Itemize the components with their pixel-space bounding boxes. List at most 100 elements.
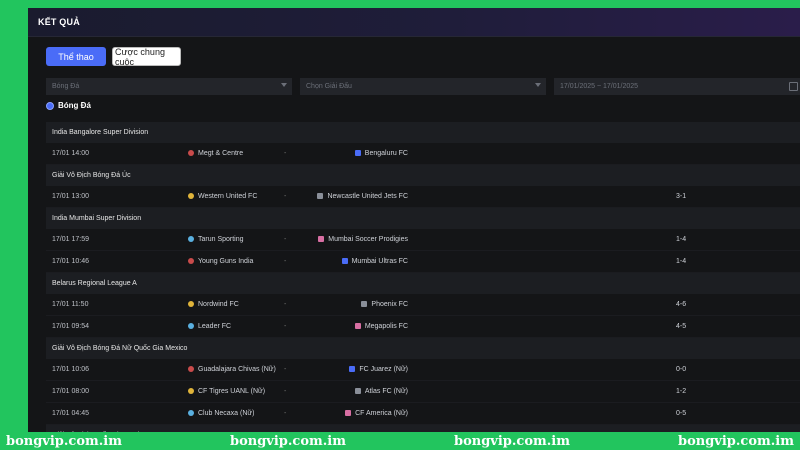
match-row[interactable]: 17/01 04:45 Club Necaxa (Nữ) - CF America (… <box>46 403 800 425</box>
tab-outright[interactable]: Cược chung cuộc <box>112 47 181 67</box>
home-team-label: Tarun Sporting <box>198 236 244 243</box>
team-logo-icon <box>188 258 194 264</box>
match-score: 1-4 <box>676 258 687 265</box>
away-team-label: CF America (Nữ) <box>355 410 408 417</box>
match-time: 17/01 11:50 <box>52 301 89 308</box>
home-team-label: Young Guns India <box>198 258 254 265</box>
home-team-label: Megt & Centre <box>198 150 244 157</box>
away-team: Atlas FC (Nữ) <box>354 388 408 395</box>
watermark-text: bongvip.com.im <box>454 433 570 449</box>
sport-section-header: Bóng Đá <box>46 101 91 110</box>
match-score: 4-6 <box>676 301 687 308</box>
home-team-label: CF Tigres UANL (Nữ) <box>198 388 266 395</box>
match-time: 17/01 04:45 <box>52 410 89 417</box>
team-logo-icon <box>354 388 361 394</box>
away-team: Newcastle United Jets FC <box>317 193 408 200</box>
sport-select[interactable]: Bóng Đá <box>46 78 292 95</box>
match-row[interactable]: 17/01 11:50 Nordwind FC - Phoenix FC 4-6 <box>46 294 800 316</box>
match-row[interactable]: 17/01 08:00 CF Tigres UANL (Nữ) - Atlas FC … <box>46 381 800 403</box>
chevron-down-icon <box>281 83 287 87</box>
league-header: Giải Vô Địch Bóng Đá Nữ Quốc Gia Mexico <box>46 338 800 359</box>
home-team: Club Necaxa (Nữ) <box>188 410 254 417</box>
page-title: KẾT QUẢ <box>28 8 800 37</box>
watermark-text: bongvip.com.im <box>6 433 122 449</box>
home-team-label: Nordwind FC <box>198 301 239 308</box>
sport-section-label: Bóng Đá <box>58 101 91 110</box>
away-team-label: Newcastle United Jets FC <box>327 193 408 200</box>
away-team-label: Phoenix FC <box>371 301 408 308</box>
away-team: Mumbai Soccer Prodigies <box>318 236 408 243</box>
team-separator: - <box>284 236 287 243</box>
team-separator: - <box>284 366 287 373</box>
team-separator: - <box>284 388 287 395</box>
home-team-label: Leader FC <box>198 323 232 330</box>
match-score: 0-5 <box>676 410 687 417</box>
results-panel: KẾT QUẢ Thể thao Cược chung cuộc Bóng Đá… <box>28 8 800 432</box>
match-row[interactable]: 17/01 13:00 Western United FC - Newcastle U… <box>46 186 800 208</box>
away-team-label: Megapolis FC <box>364 323 408 330</box>
match-time: 17/01 10:46 <box>52 258 89 265</box>
away-team: Bengaluru FC <box>354 150 408 157</box>
team-separator: - <box>284 258 287 265</box>
team-logo-icon <box>188 301 194 307</box>
team-logo-icon <box>188 150 194 156</box>
league-header: India Bangalore Super Division <box>46 122 800 143</box>
away-team-label: FC Juarez (Nữ) <box>359 366 408 373</box>
team-logo-icon <box>188 388 194 394</box>
match-row[interactable]: 17/01 10:06 Guadalajara Chivas (Nữ) - FC Ju… <box>46 359 800 381</box>
match-score: 1-4 <box>676 236 687 243</box>
chevron-down-icon <box>535 83 541 87</box>
watermark-text: bongvip.com.im <box>678 433 794 449</box>
match-time: 17/01 13:00 <box>52 193 89 200</box>
home-team-label: Western United FC <box>198 193 258 200</box>
team-logo-icon <box>354 323 361 329</box>
match-row[interactable]: 17/01 17:59 Tarun Sporting - Mumbai Soccer … <box>46 229 800 251</box>
match-score: 1-2 <box>676 388 687 395</box>
home-team: Nordwind FC <box>188 301 239 308</box>
team-logo-icon <box>349 366 356 372</box>
team-separator: - <box>284 150 287 157</box>
league-header: Belarus Regional League A <box>46 273 800 294</box>
match-row[interactable]: 17/01 10:46 Young Guns India - Mumbai Ultra… <box>46 251 800 273</box>
league-header: Giải Vô Địch Quốc Gia Mexico <box>46 425 800 432</box>
date-range-picker[interactable]: 17/01/2025 ~ 17/01/2025 <box>554 78 800 95</box>
away-team: Megapolis FC <box>354 323 408 330</box>
away-team: CF America (Nữ) <box>345 410 408 417</box>
match-row[interactable]: 17/01 14:00 Megt & Centre - Bengaluru FC <box>46 143 800 165</box>
home-team: Young Guns India <box>188 258 253 265</box>
match-time: 17/01 17:59 <box>52 236 89 243</box>
home-team-label: Guadalajara Chivas (Nữ) <box>198 366 276 373</box>
away-team: FC Juarez (Nữ) <box>349 366 408 373</box>
filter-bar: Bóng Đá Chọn Giải Đấu 17/01/2025 ~ 17/01… <box>46 78 800 95</box>
team-logo-icon <box>318 236 325 242</box>
calendar-icon <box>789 82 798 91</box>
watermark-text: bongvip.com.im <box>230 433 346 449</box>
results-list: India Bangalore Super Division 17/01 14:0… <box>46 122 800 432</box>
home-team: CF Tigres UANL (Nữ) <box>188 388 265 395</box>
away-team-label: Bengaluru FC <box>364 150 408 157</box>
team-logo-icon <box>345 410 352 416</box>
home-team: Leader FC <box>188 323 231 330</box>
team-logo-icon <box>188 193 194 199</box>
team-logo-icon <box>188 410 194 416</box>
date-range-value: 17/01/2025 ~ 17/01/2025 <box>560 83 639 90</box>
team-logo-icon <box>354 150 361 156</box>
team-logo-icon <box>188 323 194 329</box>
match-score: 4-5 <box>676 323 687 330</box>
match-time: 17/01 14:00 <box>52 150 89 157</box>
away-team: Mumbai Ultras FC <box>341 258 408 265</box>
away-team-label: Mumbai Ultras FC <box>351 258 408 265</box>
team-logo-icon <box>188 366 194 372</box>
match-time: 17/01 10:06 <box>52 366 89 373</box>
away-team-label: Mumbai Soccer Prodigies <box>328 236 408 243</box>
home-team: Tarun Sporting <box>188 236 244 243</box>
league-select[interactable]: Chọn Giải Đấu <box>300 78 546 95</box>
match-row[interactable]: 17/01 09:54 Leader FC - Megapolis FC 4-5 <box>46 316 800 338</box>
team-separator: - <box>284 410 287 417</box>
match-score: 0-0 <box>676 366 687 373</box>
tab-sports[interactable]: Thể thao <box>46 47 106 66</box>
team-separator: - <box>284 301 287 308</box>
team-separator: - <box>284 323 287 330</box>
watermark-bar: bongvip.com.im bongvip.com.im bongvip.co… <box>0 432 800 450</box>
tab-bar: Thể thao Cược chung cuộc <box>46 47 181 67</box>
